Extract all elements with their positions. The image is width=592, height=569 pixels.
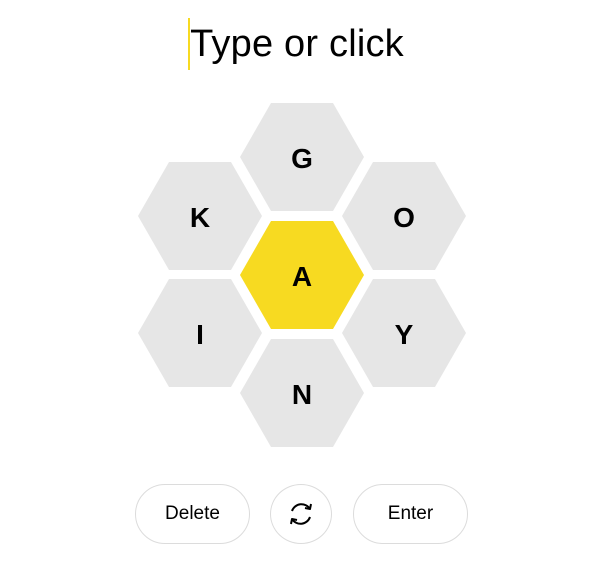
- hive-letter-upper-right: O: [393, 202, 415, 233]
- controls: Delete Enter: [0, 484, 592, 546]
- hive-letter-lower-left: I: [196, 319, 204, 350]
- hive-cell-lower-left[interactable]: I: [138, 279, 262, 387]
- hive-cell-center[interactable]: A: [240, 221, 364, 329]
- delete-button[interactable]: Delete: [135, 484, 250, 544]
- enter-button[interactable]: Enter: [353, 484, 468, 544]
- hive-cell-upper-right[interactable]: O: [342, 162, 466, 270]
- hive-cell-lower-right[interactable]: Y: [342, 279, 466, 387]
- hive-letter-top: G: [291, 143, 313, 174]
- hive-cell-upper-left[interactable]: K: [138, 162, 262, 270]
- hive-letter-bottom: N: [292, 379, 312, 410]
- hive-cell-top[interactable]: G: [240, 103, 364, 211]
- hive-letter-lower-right: Y: [395, 319, 414, 350]
- shuffle-button[interactable]: [270, 484, 332, 544]
- hive-letter-center: A: [292, 261, 312, 292]
- shuffle-icon: [285, 498, 317, 530]
- hive-cell-bottom[interactable]: N: [240, 339, 364, 447]
- hive-letter-upper-left: K: [190, 202, 210, 233]
